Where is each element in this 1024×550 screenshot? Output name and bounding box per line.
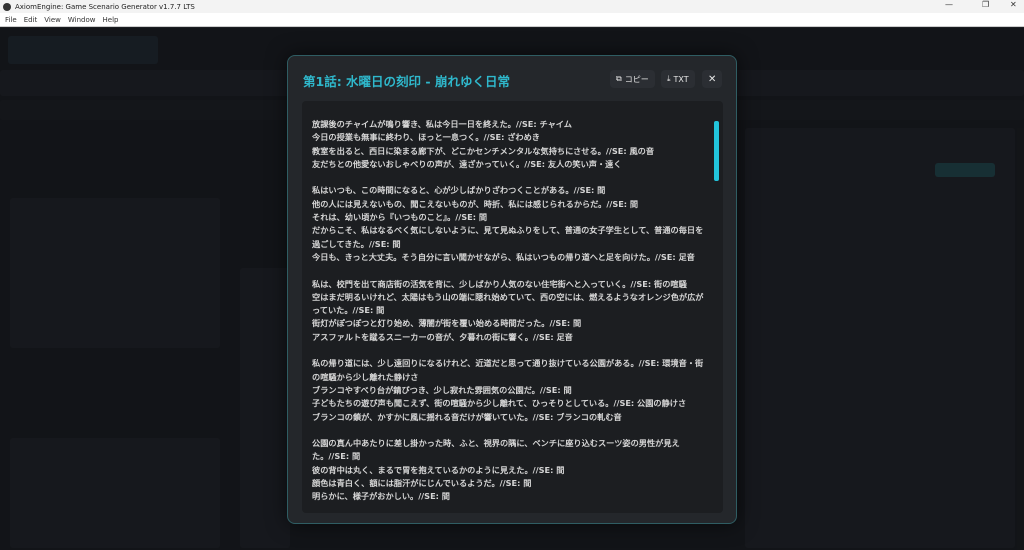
text-line: 私の帰り道には、少し遠回りになるけれど、近道だと思って通り抜けている公園がある。… <box>312 358 704 382</box>
close-window-icon[interactable]: ✕ <box>1010 0 1017 9</box>
text-line: 今日の授業も無事に終わり、ほっと一息つく。//SE: ざわめき <box>312 132 540 143</box>
text-line: 友だちとの他愛ないおしゃべりの声が、遠ざかっていく。//SE: 友人の笑い声・遠… <box>312 158 622 169</box>
scenario-text-panel[interactable]: 放課後のチャイムが鳴り響き、私は今日一日を終えた。//SE: チャイム 今日の授業… <box>302 101 723 513</box>
episode-modal: 第1話: 水曜日の刻印 - 崩れゆく日常 ⧉ コピー ⤓ TXT ✕ 放課後のチ… <box>287 55 737 524</box>
menu-view[interactable]: View <box>44 16 61 24</box>
scrollbar-thumb[interactable] <box>714 121 719 181</box>
txt-label: TXT <box>673 74 689 84</box>
text-line: 顔色は青白く、額には脂汗がにじんでいるようだ。//SE: 間 <box>312 478 532 489</box>
text-line: 公園の真ん中あたりに差し掛かった時、ふと、視界の隅に、ベンチに座り込むスーツ姿の… <box>312 438 680 462</box>
copy-label: コピー <box>624 74 649 84</box>
menu-bar: File Edit View Window Help <box>0 13 1024 27</box>
close-button[interactable]: ✕ <box>702 70 723 88</box>
text-line: ブランコの鎖が、かすかに風に揺れる音だけが響いていた。//SE: ブランコの軋む… <box>312 411 622 422</box>
app-logo-icon <box>3 2 11 11</box>
close-icon: ✕ <box>708 73 717 85</box>
menu-edit[interactable]: Edit <box>24 16 38 24</box>
menu-help[interactable]: Help <box>103 16 119 24</box>
download-icon: ⤓ <box>667 74 671 83</box>
copy-icon: ⧉ <box>616 74 622 83</box>
text-line: ブランコやすべり台が錆びつき、少し寂れた雰囲気の公園だ。//SE: 間 <box>312 384 572 395</box>
text-line: 彼の背中は丸く、まるで胃を抱えているかのように見えた。//SE: 間 <box>312 464 565 475</box>
text-line: 他の人には見えないもの、聞こえないものが、時折、私には感じられるからだ。//SE… <box>312 198 639 209</box>
text-line: 私は、校門を出て商店街の活気を背に、少しばかり人気のない住宅街へと入っていく。/… <box>312 278 687 289</box>
text-line: だからこそ、私はなるべく気にしないように、見て見ぬふりをして、普通の女子学生とし… <box>312 225 704 249</box>
title-bar: AxiomEngine: Game Scenario Generator v1.… <box>0 0 1024 13</box>
menu-file[interactable]: File <box>5 16 17 24</box>
minimize-icon[interactable]: — <box>945 0 953 9</box>
text-line: 明らかに、様子がおかしい。//SE: 間 <box>312 491 450 502</box>
scenario-text: 放課後のチャイムが鳴り響き、私は今日一日を終えた。//SE: チャイム 今日の授業… <box>312 118 710 504</box>
modal-title: 第1話: 水曜日の刻印 - 崩れゆく日常 <box>303 74 510 89</box>
text-line: 私はいつも、この時間になると、心が少しばかりざわつくことがある。//SE: 間 <box>312 185 606 196</box>
text-line: 教室を出ると、西日に染まる廊下が、どこかセンチメンタルな気持ちにさせる。//SE… <box>312 145 655 156</box>
window-title: AxiomEngine: Game Scenario Generator v1.… <box>15 2 195 11</box>
download-txt-button[interactable]: ⤓ TXT <box>661 70 695 88</box>
menu-window[interactable]: Window <box>68 16 96 24</box>
maximize-icon[interactable]: ❐ <box>982 0 989 9</box>
scrollbar[interactable] <box>714 113 719 503</box>
text-line: 街灯がぽつぽつと灯り始め、薄闇が街を覆い始める時間だった。//SE: 間 <box>312 318 582 329</box>
text-line: 子どもたちの遊び声も聞こえず、街の喧騒から少し離れて、ひっそりとしている。//S… <box>312 398 687 409</box>
text-line: 空はまだ明るいけれど、太陽はもう山の端に隠れ始めていて、西の空には、燃えるような… <box>312 291 704 316</box>
copy-button[interactable]: ⧉ コピー <box>610 70 655 88</box>
text-line: それは、幼い頃から『いつものこと』。//SE: 間 <box>312 212 488 223</box>
text-line: 今日も、きっと大丈夫。そう自分に言い聞かせながら、私はいつもの帰り道へと足を向け… <box>312 251 695 262</box>
text-line: 放課後のチャイムが鳴り響き、私は今日一日を終えた。//SE: チャイム <box>312 119 572 129</box>
text-line: アスファルトを蹴るスニーカーの音が、夕暮れの街に響く。//SE: 足音 <box>312 331 573 342</box>
